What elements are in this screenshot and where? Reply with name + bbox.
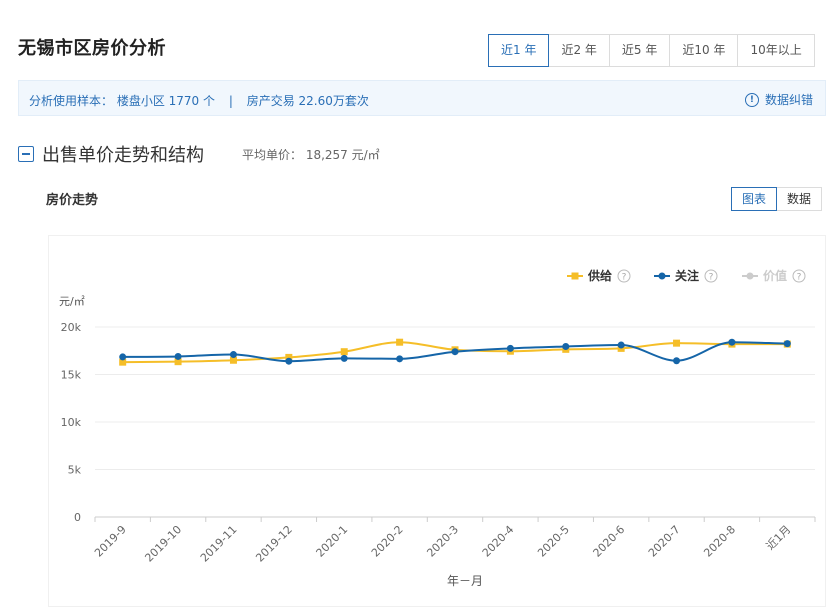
sample-info-text: 分析使用样本： 楼盘小区 1770 个 | 房产交易 22.60万套次 bbox=[29, 92, 369, 109]
tab-range-2y[interactable]: 近2 年 bbox=[549, 34, 610, 67]
x-tick-label: 2020-8 bbox=[701, 523, 738, 560]
data-point-1 bbox=[174, 352, 182, 360]
x-tick-label: 近1月 bbox=[764, 523, 794, 553]
question-mark-glyph: ? bbox=[797, 273, 802, 283]
info-separator: | bbox=[228, 94, 233, 108]
legend-swatch-marker bbox=[571, 272, 579, 280]
sample-count: 分析使用样本： 楼盘小区 1770 个 bbox=[29, 94, 215, 108]
time-range-tabs: 近1 年 近2 年 近5 年 近10 年 10年以上 bbox=[488, 34, 815, 67]
chart-view-button[interactable]: 图表 bbox=[731, 187, 778, 211]
trade-count: 房产交易 22.60万套次 bbox=[246, 94, 369, 108]
y-tick-label: 0 bbox=[74, 511, 81, 524]
legend-label: 关注 bbox=[675, 268, 699, 283]
x-tick-label: 2019-9 bbox=[92, 523, 129, 560]
section-header: 出售单价走势和结构 bbox=[18, 142, 204, 166]
data-point-0 bbox=[396, 338, 404, 346]
x-tick-label: 2020-4 bbox=[480, 523, 517, 560]
x-tick-label: 2019-12 bbox=[253, 523, 295, 565]
tab-range-1y[interactable]: 近1 年 bbox=[488, 34, 550, 67]
sample-info-bar: 分析使用样本： 楼盘小区 1770 个 | 房产交易 22.60万套次 ! 数据… bbox=[18, 80, 826, 116]
info-circle-icon: ! bbox=[744, 92, 759, 107]
x-tick-label: 2020-3 bbox=[424, 523, 461, 560]
data-point-0 bbox=[340, 348, 348, 356]
tab-range-10y[interactable]: 近10 年 bbox=[670, 34, 739, 67]
x-tick-label: 2020-1 bbox=[314, 523, 351, 560]
x-tick-label: 2020-6 bbox=[591, 523, 628, 560]
y-tick-label: 20k bbox=[61, 321, 82, 334]
data-point-1 bbox=[783, 340, 791, 348]
x-tick-label: 2020-7 bbox=[646, 523, 683, 560]
question-mark-glyph: ? bbox=[709, 273, 714, 283]
y-tick-label: 15k bbox=[61, 369, 82, 382]
x-axis-label: 年－月 bbox=[447, 574, 483, 588]
data-point-1 bbox=[396, 355, 404, 363]
data-point-1 bbox=[229, 351, 237, 359]
page-title: 无锡市区房价分析 bbox=[18, 38, 166, 59]
data-point-1 bbox=[617, 341, 625, 349]
y-tick-label: 5k bbox=[68, 464, 82, 477]
price-trend-chart: 0 5k 10k 15k 20k 元/㎡ 2019-9 2019-10 2019-11 2019-… bbox=[59, 268, 816, 588]
x-tick-label: 2020-2 bbox=[369, 523, 406, 560]
legend-label: 供给 bbox=[587, 268, 612, 283]
chart-container: 0 5k 10k 15k 20k 元/㎡ 2019-9 2019-10 2019-11 2019-… bbox=[48, 235, 826, 607]
data-view-button[interactable]: 数据 bbox=[777, 187, 823, 211]
data-point-1 bbox=[673, 357, 681, 365]
x-tick-label: 2020-5 bbox=[535, 523, 572, 560]
legend-label: 价值 bbox=[763, 268, 787, 283]
legend-swatch-marker bbox=[658, 272, 666, 280]
legend-swatch-marker bbox=[746, 272, 754, 280]
data-point-1 bbox=[285, 357, 293, 365]
average-price: 平均单价： 18,257 元/㎡ bbox=[242, 148, 380, 162]
data-point-1 bbox=[728, 338, 736, 346]
data-point-0 bbox=[673, 339, 681, 347]
data-point-1 bbox=[451, 348, 459, 356]
data-point-1 bbox=[119, 353, 127, 361]
section-title: 出售单价走势和结构 bbox=[42, 145, 204, 166]
data-correction-label: 数据纠错 bbox=[764, 93, 813, 107]
data-point-1 bbox=[562, 342, 570, 350]
y-axis-label: 元/㎡ bbox=[59, 295, 85, 308]
tab-range-10y-plus[interactable]: 10年以上 bbox=[738, 34, 815, 67]
x-tick-label: 2019-11 bbox=[198, 523, 240, 565]
data-point-1 bbox=[340, 354, 348, 362]
y-tick-label: 10k bbox=[61, 416, 82, 429]
data-point-1 bbox=[506, 344, 514, 352]
minus-square-icon[interactable] bbox=[18, 146, 34, 162]
data-correction-link[interactable]: ! 数据纠错 bbox=[744, 91, 813, 108]
view-toggle: 图表 数据 bbox=[731, 187, 823, 211]
subsection-title: 房价走势 bbox=[46, 193, 99, 208]
question-mark-glyph: ? bbox=[622, 273, 627, 283]
x-tick-label: 2019-10 bbox=[143, 523, 185, 565]
tab-range-5y[interactable]: 近5 年 bbox=[609, 34, 671, 67]
